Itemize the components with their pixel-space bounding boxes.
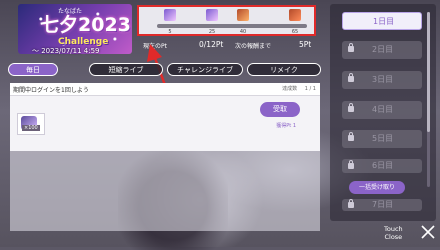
lock-icon xyxy=(348,43,354,52)
day-label: 3日目 xyxy=(372,75,394,84)
close-icon[interactable] xyxy=(420,224,436,240)
day-label: 4日目 xyxy=(372,105,394,114)
mission-progress-label: 達成数 xyxy=(282,86,298,92)
day-tab-2[interactable]: 2日目 xyxy=(342,41,422,59)
reward-item-icon xyxy=(17,113,45,135)
touch-close-line1: Touch xyxy=(384,225,403,233)
claim-button[interactable]: 受取 xyxy=(260,102,300,117)
lock-icon xyxy=(348,132,354,141)
day-tab-1[interactable]: 1日目 xyxy=(342,12,422,30)
mission-header: 期間中ログインを1回しよう 達成数 1 / 1 xyxy=(10,83,320,96)
reward-count: ×100 xyxy=(22,125,40,131)
lock-icon xyxy=(348,103,354,112)
claim-all-button[interactable]: 一括受け取り xyxy=(349,181,405,194)
lock-icon xyxy=(348,199,354,208)
category-tabs: 毎日 短縮ライブ チャレンジライブ リメイク xyxy=(8,63,322,77)
day-label: 1日目 xyxy=(373,17,395,26)
day-tab-3[interactable]: 3日目 xyxy=(342,71,422,89)
tab-short-live[interactable]: 短縮ライブ xyxy=(89,63,163,76)
touch-close-line2: Close xyxy=(384,233,403,241)
day-sidebar: 1日目 2日目 3日目 4日目 5日目 6日目 7日目 一括受け取り xyxy=(330,4,436,221)
day-label: 5日目 xyxy=(372,134,394,143)
mission-item: 期間中ログインを1回しよう 達成数 1 / 1 ×100 受取 獲得Pt 1 xyxy=(10,83,320,151)
day-tab-5[interactable]: 5日目 xyxy=(342,130,422,148)
day-label: 2日目 xyxy=(372,45,394,54)
day-tab-7[interactable]: 7日目 xyxy=(342,199,422,211)
day-label: 7日目 xyxy=(372,200,394,209)
tab-challenge-live[interactable]: チャレンジライブ xyxy=(167,63,243,76)
lock-icon xyxy=(348,73,354,82)
touch-close-label[interactable]: Touch Close xyxy=(384,225,403,241)
mission-progress: 達成数 1 / 1 xyxy=(282,85,316,92)
mission-progress-value: 1 / 1 xyxy=(304,86,316,92)
mission-title: 期間中ログインを1回しよう xyxy=(13,87,89,94)
day-tab-4[interactable]: 4日目 xyxy=(342,101,422,119)
day-tab-6[interactable]: 6日目 xyxy=(342,159,422,173)
claim-points-note: 獲得Pt 1 xyxy=(276,123,296,129)
day-label: 6日目 xyxy=(372,161,394,170)
mission-list: 期間中ログインを1回しよう 達成数 1 / 1 ×100 受取 獲得Pt 1 xyxy=(10,83,320,231)
tab-daily[interactable]: 毎日 xyxy=(8,63,58,76)
lock-icon xyxy=(348,160,354,169)
sidebar-scroll-thumb[interactable] xyxy=(427,12,430,132)
tab-remake[interactable]: リメイク xyxy=(247,63,321,76)
